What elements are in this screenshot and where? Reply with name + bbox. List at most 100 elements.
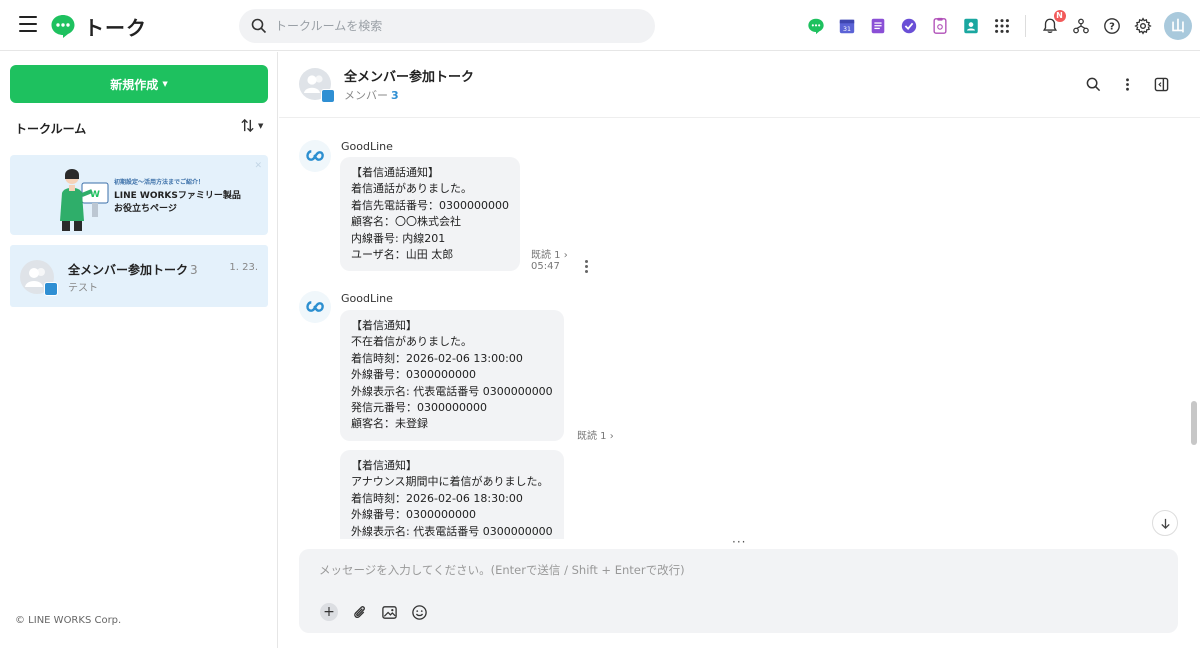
message-line: 【着信通知】 (351, 459, 417, 472)
add-attachment-button[interactable]: + (319, 602, 339, 622)
message-line: アナウンス期間中に着信がありました。 (351, 475, 549, 489)
banner-close-icon[interactable]: ✕ (254, 161, 262, 171)
file-attach-button[interactable] (349, 602, 369, 622)
paperclip-icon (353, 605, 365, 618)
message-line: 着信時刻：2026-02-06 18:30:00 (351, 491, 523, 505)
sidebar: 新規作成 ▼ トークルーム ▼ W 初期設定～活用方法までご紹介！ LINE W… (0, 52, 278, 648)
organization-icon[interactable] (1071, 16, 1091, 36)
scroll-to-bottom-button[interactable] (1152, 510, 1178, 536)
message-line: 顧客名：未登録 (351, 417, 428, 431)
message-input[interactable] (319, 562, 1159, 584)
group-badge-icon (44, 282, 58, 296)
chat-panel: 全メンバー参加トーク メンバー 3 GoodLine 【着信通話通知】 着信通話… (279, 52, 1200, 648)
message-line: 外線表示名: 代表電話番号 0300000000 (351, 524, 553, 538)
room-preview: テスト (68, 283, 98, 294)
message-bubble[interactable]: 【着信通話通知】 着信通話がありました。 着信先電話番号：0300000000 … (340, 157, 520, 272)
note-app-icon[interactable] (868, 16, 888, 36)
app-grid-icon[interactable] (992, 16, 1012, 36)
room-name-text: 全メンバー参加トーク (68, 263, 189, 277)
chat-members[interactable]: メンバー 3 (344, 87, 399, 103)
bot-avatar[interactable] (299, 291, 331, 323)
task-app-icon[interactable] (899, 16, 919, 36)
message-line: 着信先電話番号：0300000000 (351, 198, 509, 212)
side-panel-toggle-icon[interactable] (1151, 74, 1171, 94)
bot-avatar[interactable] (299, 140, 331, 172)
chat-room-avatar (299, 68, 335, 103)
group-badge-icon (321, 89, 335, 103)
room-avatar (20, 260, 58, 296)
message-line: 外線番号：0300000000 (351, 368, 476, 382)
message-line: 内線番号: 内線201 (351, 231, 446, 245)
user-avatar[interactable]: 山 (1164, 11, 1192, 40)
promo-illustration-icon: W (60, 169, 109, 231)
members-count: 3 (391, 89, 399, 102)
message-time: 05:47 (531, 261, 560, 272)
top-bar: トーク 31 (0, 0, 1200, 51)
room-name: 全メンバー参加トーク 3 (68, 261, 198, 278)
notification-badge: N (1053, 9, 1066, 22)
message-line: 着信時刻：2026-02-06 13:00:00 (351, 351, 523, 365)
emoji-icon (411, 604, 427, 620)
more-options-icon[interactable] (1117, 74, 1137, 94)
room-item-all-members[interactable]: 全メンバー参加トーク 3 1. 23. テスト (10, 245, 268, 307)
image-icon (381, 605, 397, 619)
message-sender: GoodLine (341, 292, 393, 305)
help-icon[interactable]: ? (1102, 16, 1122, 36)
search-bar[interactable] (239, 9, 655, 43)
goodline-logo-icon (306, 150, 324, 161)
message-more-icon[interactable] (585, 260, 589, 274)
talk-logo-icon (51, 15, 75, 38)
app-title: トーク (84, 16, 147, 40)
message-line: 顧客名：〇〇株式会社 (351, 215, 461, 229)
message-bubble[interactable]: 【着信通知】 不在着信がありました。 着信時刻：2026-02-06 13:00… (340, 310, 564, 441)
banner-small-text: 初期設定～活用方法までご紹介！ (114, 179, 205, 186)
banner-title-line1: LINE WORKSファミリー製品 (114, 191, 241, 201)
members-label: メンバー (344, 89, 388, 102)
emoji-button[interactable] (409, 602, 429, 622)
menu-icon[interactable] (19, 16, 37, 32)
svg-text:31: 31 (842, 25, 850, 32)
app-window: トーク 31 (0, 0, 1200, 648)
talk-app-icon[interactable] (806, 16, 826, 36)
chat-header: 全メンバー参加トーク メンバー 3 (279, 52, 1200, 118)
message-line: 不在着信がありました。 (351, 335, 472, 349)
new-create-label: 新規作成 (110, 77, 159, 92)
search-icon (251, 18, 267, 34)
notification-bell-icon[interactable]: N (1040, 9, 1066, 36)
plus-icon: + (320, 603, 338, 621)
promo-banner[interactable]: W 初期設定～活用方法までご紹介！ LINE WORKSファミリー製品 お役立ち… (10, 155, 268, 235)
message-line: 外線表示名: 代表電話番号 0300000000 (351, 384, 553, 398)
message-line: 【着信通話通知】 (351, 166, 439, 179)
approval-app-icon[interactable] (930, 16, 950, 36)
chat-header-actions (1076, 74, 1178, 94)
message-list: GoodLine 【着信通話通知】 着信通話がありました。 着信先電話番号：03… (279, 119, 1200, 539)
chat-title: 全メンバー参加トーク (344, 70, 475, 85)
svg-text:?: ? (1109, 21, 1115, 32)
message-line: 発信元番号：0300000000 (351, 401, 487, 415)
read-receipt[interactable]: 既読 1 › (577, 427, 614, 442)
sort-button[interactable]: ▼ (240, 118, 263, 133)
message-sender: GoodLine (341, 140, 393, 153)
composer-resize-handle[interactable]: ··· (732, 535, 746, 549)
composer-toolbar: + (319, 602, 439, 622)
calendar-app-icon[interactable]: 31 (837, 16, 857, 36)
contacts-app-icon[interactable] (961, 16, 981, 36)
room-date: 1. 23. (229, 262, 258, 273)
message-scrollbar[interactable] (1191, 401, 1197, 445)
top-icon-bar: 31 N ? 山 (800, 0, 1200, 51)
image-attach-button[interactable] (379, 602, 399, 622)
message-composer: + (299, 549, 1178, 633)
copyright: © LINE WORKS Corp. (15, 615, 122, 626)
chat-search-icon[interactable] (1083, 74, 1103, 94)
sort-icon (241, 118, 254, 133)
search-input[interactable] (275, 19, 635, 33)
message-bubble[interactable]: 【着信通知】 アナウンス期間中に着信がありました。 着信時刻：2026-02-0… (340, 450, 564, 539)
room-member-count: 3 (190, 263, 198, 277)
message-line: ユーザ名：山田 太郎 (351, 248, 454, 262)
read-receipt[interactable]: 既読 1 › (531, 246, 568, 261)
toolbar-divider (1025, 14, 1026, 37)
new-create-button[interactable]: 新規作成 ▼ (10, 65, 268, 103)
settings-gear-icon[interactable] (1133, 16, 1153, 36)
room-list-label: トークルーム (15, 122, 87, 136)
caret-down-icon: ▼ (258, 121, 264, 130)
